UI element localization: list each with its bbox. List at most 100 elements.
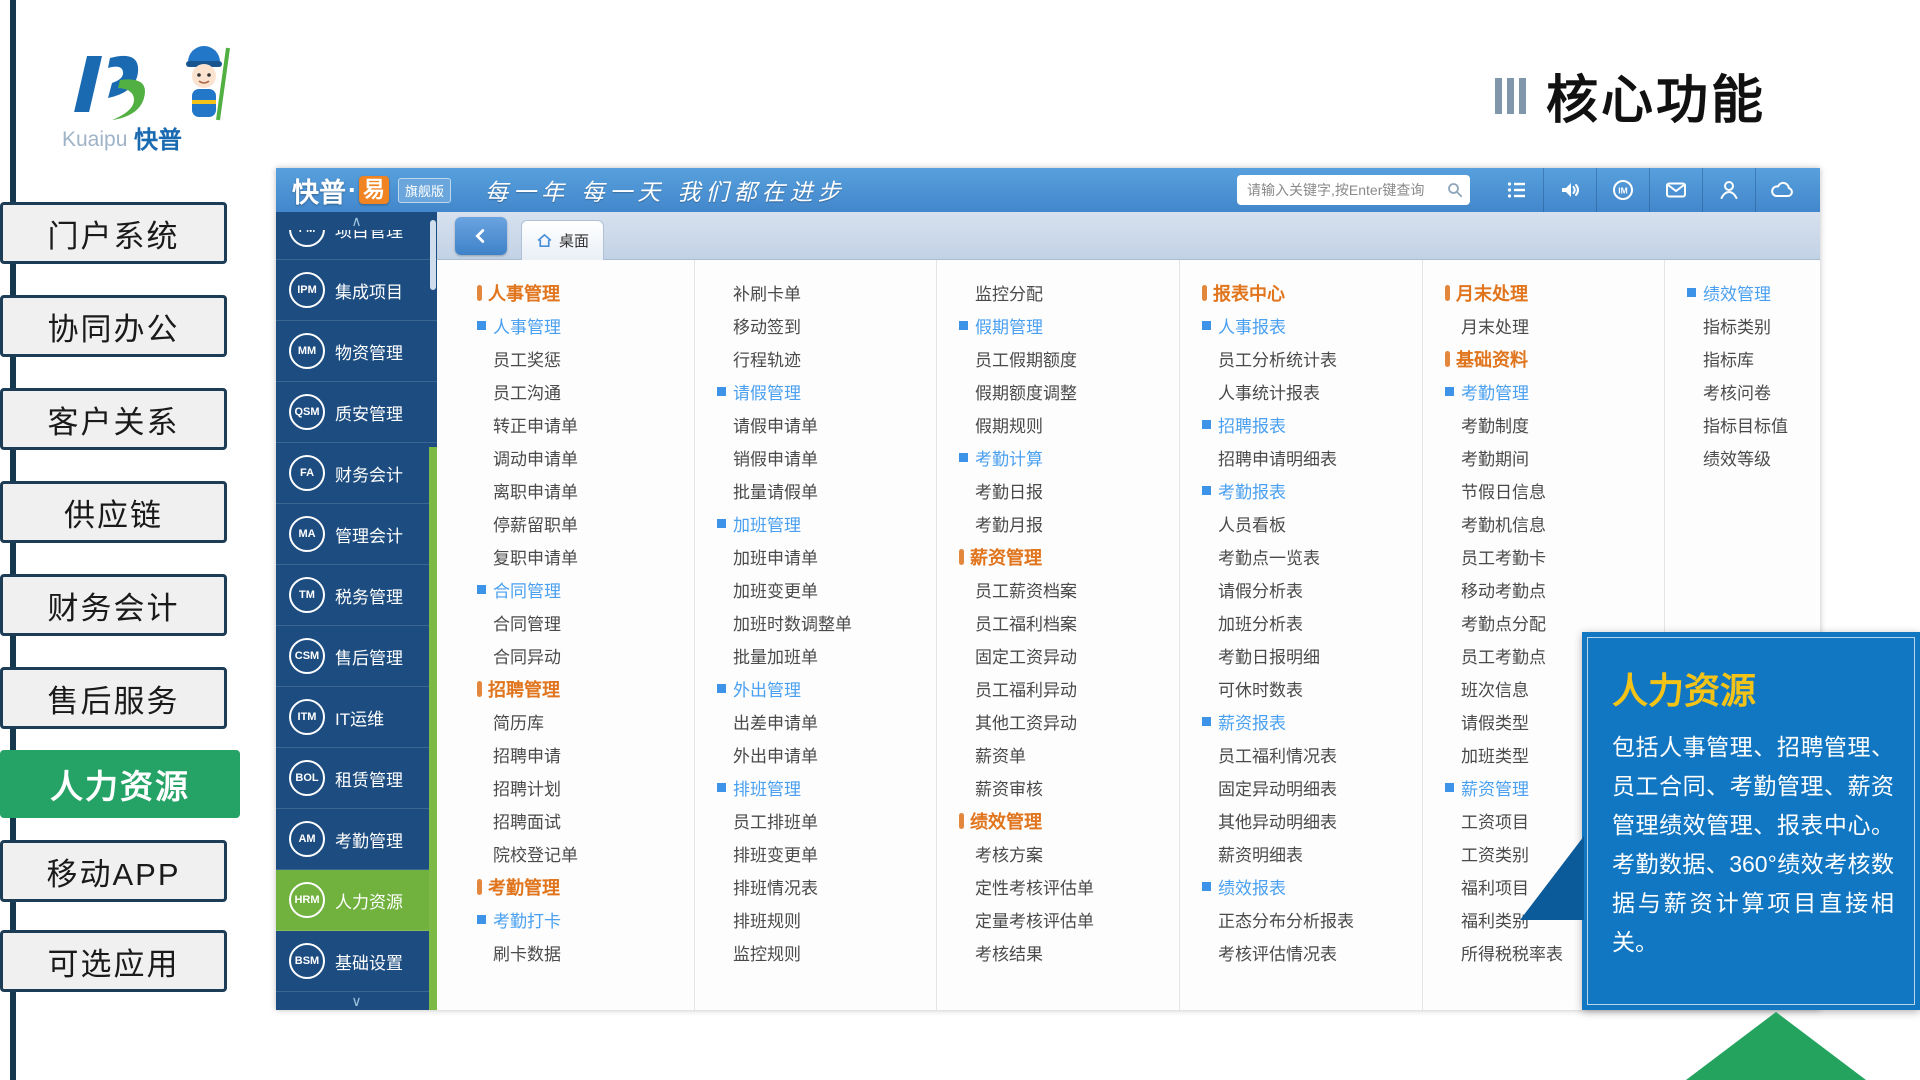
- menu-item[interactable]: 离职申请单: [477, 474, 694, 507]
- menu-item[interactable]: 考核方案: [959, 837, 1179, 870]
- sidebar-item-6[interactable]: 售后服务: [0, 667, 227, 729]
- menu-item[interactable]: 考勤制度: [1445, 408, 1664, 441]
- sidebar-item-5[interactable]: 财务会计: [0, 574, 227, 636]
- menu-item[interactable]: 薪资明细表: [1202, 837, 1422, 870]
- sidebar-item-8[interactable]: 移动APP: [0, 840, 227, 902]
- module-nav-item-fa[interactable]: FA财务会计: [276, 443, 437, 504]
- menu-item[interactable]: 考核问卷: [1687, 375, 1820, 408]
- menu-item[interactable]: 正态分布分析报表: [1202, 903, 1422, 936]
- module-nav-item-bol[interactable]: BOL租赁管理: [276, 748, 437, 809]
- menu-item[interactable]: 人员看板: [1202, 507, 1422, 540]
- module-nav-item-qsm[interactable]: QSM质安管理: [276, 382, 437, 443]
- menu-item[interactable]: 定量考核评估单: [959, 903, 1179, 936]
- menu-item[interactable]: 定性考核评估单: [959, 870, 1179, 903]
- search-input[interactable]: [1245, 181, 1446, 199]
- module-nav-item-ipm[interactable]: IPM集成项目: [276, 260, 437, 321]
- module-nav-item-bsm[interactable]: BSM基础设置: [276, 931, 437, 992]
- menu-item[interactable]: 其他异动明细表: [1202, 804, 1422, 837]
- menu-item[interactable]: 请假分析表: [1202, 573, 1422, 606]
- module-nav-item-am[interactable]: AM考勤管理: [276, 809, 437, 870]
- menu-item[interactable]: 考勤期间: [1445, 441, 1664, 474]
- back-button[interactable]: [455, 217, 507, 255]
- menu-item[interactable]: 考勤点一览表: [1202, 540, 1422, 573]
- sidebar-item-1[interactable]: 门户系统: [0, 202, 227, 264]
- menu-item[interactable]: 员工奖惩: [477, 342, 694, 375]
- menu-item[interactable]: 绩效等级: [1687, 441, 1820, 474]
- module-nav-scroll-down[interactable]: ∨: [276, 992, 437, 1010]
- menu-item[interactable]: 指标类别: [1687, 309, 1820, 342]
- menu-item[interactable]: 考勤日报明细: [1202, 639, 1422, 672]
- module-nav-item-pm[interactable]: PM项目管理: [276, 230, 437, 260]
- menu-item[interactable]: 刷卡数据: [477, 936, 694, 969]
- menu-item[interactable]: 员工沟通: [477, 375, 694, 408]
- module-nav-item-itm[interactable]: ITMIT运维: [276, 687, 437, 748]
- menu-item[interactable]: 其他工资异动: [959, 705, 1179, 738]
- menu-item[interactable]: 招聘申请明细表: [1202, 441, 1422, 474]
- menu-item[interactable]: 假期额度调整: [959, 375, 1179, 408]
- module-nav-scrollbar[interactable]: [430, 220, 436, 290]
- menu-item[interactable]: 补刷卡单: [717, 276, 936, 309]
- list-icon[interactable]: [1490, 168, 1543, 212]
- menu-item[interactable]: 考核评估情况表: [1202, 936, 1422, 969]
- menu-item[interactable]: 薪资单: [959, 738, 1179, 771]
- menu-item[interactable]: 请假申请单: [717, 408, 936, 441]
- menu-item[interactable]: 调动申请单: [477, 441, 694, 474]
- menu-item[interactable]: 批量加班单: [717, 639, 936, 672]
- sidebar-item-4[interactable]: 供应链: [0, 481, 227, 543]
- search-icon[interactable]: [1446, 181, 1464, 199]
- menu-item[interactable]: 加班申请单: [717, 540, 936, 573]
- menu-item[interactable]: 固定工资异动: [959, 639, 1179, 672]
- menu-item[interactable]: 监控规则: [717, 936, 936, 969]
- menu-item[interactable]: 移动考勤点: [1445, 573, 1664, 606]
- menu-item[interactable]: 院校登记单: [477, 837, 694, 870]
- sidebar-item-9[interactable]: 可选应用: [0, 930, 227, 992]
- menu-item[interactable]: 员工福利异动: [959, 672, 1179, 705]
- menu-item[interactable]: 月末处理: [1445, 309, 1664, 342]
- sidebar-item-2[interactable]: 协同办公: [0, 295, 227, 357]
- sound-icon[interactable]: [1543, 168, 1596, 212]
- menu-item[interactable]: 薪资审核: [959, 771, 1179, 804]
- menu-item[interactable]: 节假日信息: [1445, 474, 1664, 507]
- menu-item[interactable]: 员工福利档案: [959, 606, 1179, 639]
- menu-item[interactable]: 员工福利情况表: [1202, 738, 1422, 771]
- menu-item[interactable]: 考勤日报: [959, 474, 1179, 507]
- menu-item[interactable]: 指标目标值: [1687, 408, 1820, 441]
- menu-item[interactable]: 假期规则: [959, 408, 1179, 441]
- cloud-icon[interactable]: [1755, 168, 1808, 212]
- tab-desktop[interactable]: 桌面: [521, 220, 604, 260]
- menu-item[interactable]: 合同管理: [477, 606, 694, 639]
- user-icon[interactable]: [1702, 168, 1755, 212]
- menu-item[interactable]: 招聘申请: [477, 738, 694, 771]
- menu-item[interactable]: 可休时数表: [1202, 672, 1422, 705]
- menu-item[interactable]: 销假申请单: [717, 441, 936, 474]
- menu-item[interactable]: 简历库: [477, 705, 694, 738]
- module-nav-scroll-up[interactable]: ∧: [276, 212, 437, 230]
- menu-item[interactable]: 招聘计划: [477, 771, 694, 804]
- im-icon[interactable]: IM: [1596, 168, 1649, 212]
- menu-item[interactable]: 加班时数调整单: [717, 606, 936, 639]
- menu-item[interactable]: 人事统计报表: [1202, 375, 1422, 408]
- menu-item[interactable]: 监控分配: [959, 276, 1179, 309]
- menu-item[interactable]: 招聘面试: [477, 804, 694, 837]
- sidebar-item-3[interactable]: 客户关系: [0, 388, 227, 450]
- menu-item[interactable]: 员工考勤卡: [1445, 540, 1664, 573]
- menu-item[interactable]: 出差申请单: [717, 705, 936, 738]
- menu-item[interactable]: 员工薪资档案: [959, 573, 1179, 606]
- menu-item[interactable]: 行程轨迹: [717, 342, 936, 375]
- menu-item[interactable]: 合同异动: [477, 639, 694, 672]
- menu-item[interactable]: 考勤月报: [959, 507, 1179, 540]
- menu-item[interactable]: 考勤机信息: [1445, 507, 1664, 540]
- module-nav-partial-item[interactable]: PM项目管理: [276, 230, 437, 260]
- menu-item[interactable]: 指标库: [1687, 342, 1820, 375]
- menu-item[interactable]: 外出申请单: [717, 738, 936, 771]
- menu-item[interactable]: 复职申请单: [477, 540, 694, 573]
- menu-item[interactable]: 批量请假单: [717, 474, 936, 507]
- menu-item[interactable]: 排班情况表: [717, 870, 936, 903]
- sidebar-item-7[interactable]: 人力资源: [0, 750, 240, 818]
- module-nav-item-tm[interactable]: TM税务管理: [276, 565, 437, 626]
- menu-item[interactable]: 排班规则: [717, 903, 936, 936]
- mail-icon[interactable]: [1649, 168, 1702, 212]
- menu-item[interactable]: 员工假期额度: [959, 342, 1179, 375]
- menu-item[interactable]: 转正申请单: [477, 408, 694, 441]
- menu-item[interactable]: 停薪留职单: [477, 507, 694, 540]
